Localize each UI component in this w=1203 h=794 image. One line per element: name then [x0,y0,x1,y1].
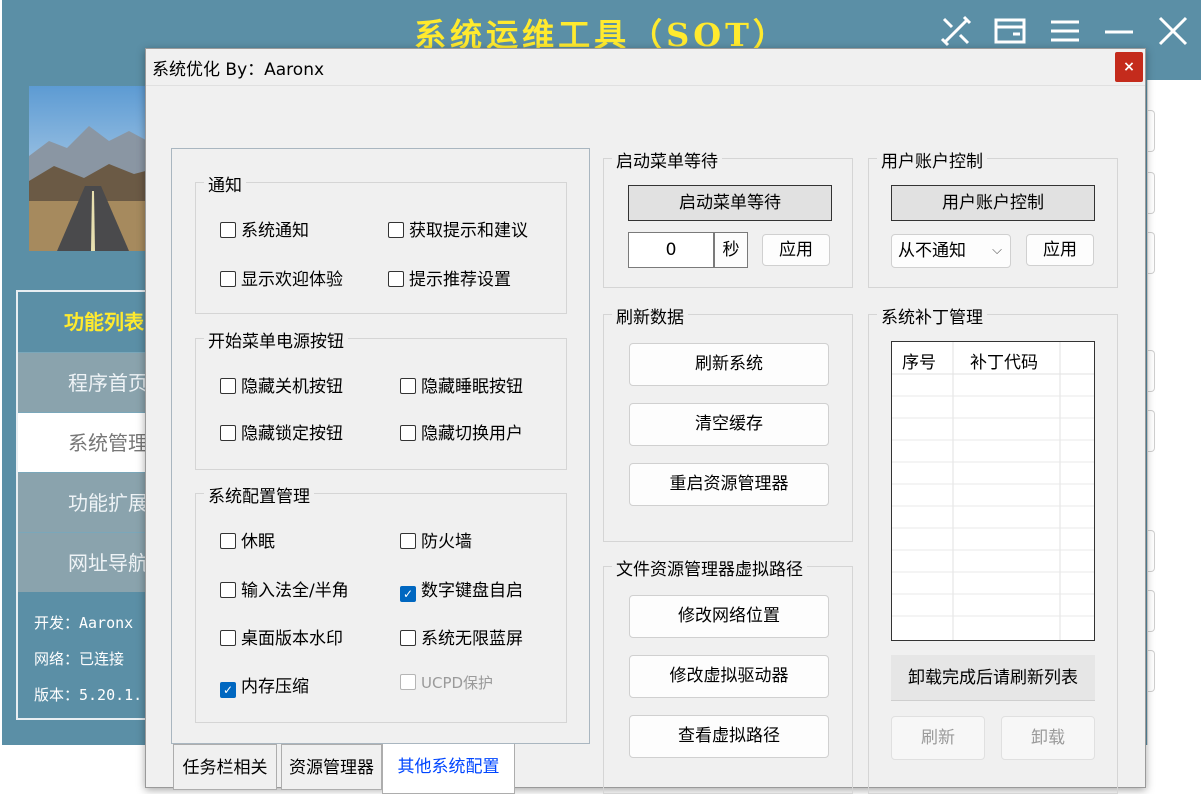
power-group: 开始菜单电源按钮 隐藏关机按钮 隐藏睡眠按钮 隐藏锁定按钮 隐藏切换用户 [195,327,567,470]
patch-refresh-button[interactable]: 刷新 [891,716,985,760]
refresh-title: 刷新数据 [612,303,688,328]
checkbox-icon [388,271,404,287]
checkbox-welcome[interactable]: 显示欢迎体验 [220,265,343,290]
menu-item-system[interactable]: 系统管理 [18,412,158,472]
dialog-close-button[interactable]: × [1115,52,1143,82]
refresh-system-button[interactable]: 刷新系统 [629,343,829,386]
checkbox-firewall[interactable]: 防火墙 [400,527,472,552]
checkbox-icon [400,630,416,646]
checkbox-icon [220,271,236,287]
checkbox-tips[interactable]: 获取提示和建议 [388,216,528,241]
menu-title: 功能列表 [64,310,144,334]
checkbox-system-notify[interactable]: 系统通知 [220,216,309,241]
menu-item-navigation[interactable]: 网址导航 [18,532,158,592]
dialog-body: 通知 系统通知 获取提示和建议 显示欢迎体验 提示推荐设置 开始菜单电源按钮 隐… [146,85,1145,794]
column-header-patch-code[interactable]: 补丁代码 [970,348,1038,373]
checkbox-recommend[interactable]: 提示推荐设置 [388,265,511,290]
chevron-down-icon: ⌵ [992,243,1002,258]
restart-explorer-button[interactable]: 重启资源管理器 [629,463,829,506]
landscape-photo [29,86,157,251]
checkbox-hide-lock[interactable]: 隐藏锁定按钮 [220,419,343,444]
uac-group: 用户账户控制 用户账户控制 从不通知 ⌵ 应用 [868,147,1118,288]
virtual-path-title: 文件资源管理器虚拟路径 [612,555,807,580]
power-group-title: 开始菜单电源按钮 [204,327,348,352]
checkbox-icon [220,582,236,598]
refresh-group: 刷新数据 刷新系统 清空缓存 重启资源管理器 [603,303,853,542]
patch-title: 系统补丁管理 [877,303,987,328]
checkbox-ime-width[interactable]: 输入法全/半角 [220,576,349,601]
modify-network-location-button[interactable]: 修改网络位置 [629,595,829,638]
notify-group: 通知 系统通知 获取提示和建议 显示欢迎体验 提示推荐设置 [195,171,567,314]
uac-button[interactable]: 用户账户控制 [891,185,1095,221]
uac-select-value: 从不通知 [898,241,966,261]
menu-icon[interactable] [1048,14,1082,48]
menu-item-extension[interactable]: 功能扩展 [18,472,158,532]
checkbox-hide-shutdown[interactable]: 隐藏关机按钮 [220,372,343,397]
checkbox-hibernate[interactable]: 休眠 [220,527,275,552]
start-wait-title: 启动菜单等待 [612,147,722,172]
checkbox-bsod[interactable]: 系统无限蓝屏 [400,624,523,649]
start-wait-apply-button[interactable]: 应用 [762,234,830,266]
view-virtual-path-button[interactable]: 查看虚拟路径 [629,715,829,758]
close-icon[interactable] [1156,14,1190,48]
patch-list[interactable]: 序号 补丁代码 [891,341,1095,641]
checkbox-hide-sleep[interactable]: 隐藏睡眠按钮 [400,372,523,397]
tab-taskbar[interactable]: 任务栏相关 [173,744,277,790]
checkbox-icon [220,222,236,238]
clear-cache-button[interactable]: 清空缓存 [629,403,829,446]
checkbox-memory-compression[interactable]: ✓ 内存压缩 [220,672,309,698]
checkbox-icon [220,630,236,646]
checkbox-icon [400,378,416,394]
uac-level-select[interactable]: 从不通知 ⌵ [891,234,1011,268]
seconds-unit-label: 秒 [714,232,748,268]
uac-apply-button[interactable]: 应用 [1026,234,1094,266]
version-info: 版本：5.20.1. [34,686,143,704]
system-optimize-dialog: 系统优化 By：Aaronx × 通知 系统通知 获取提示和建议 显示欢迎体验 … [145,48,1146,794]
background-content [1147,80,1203,745]
patch-hint: 卸载完成后请刷新列表 [891,655,1095,701]
patch-group: 系统补丁管理 序号 补丁代码 卸载完成后请刷新列表 刷新 卸载 [868,303,1118,794]
checkbox-icon [400,533,416,549]
tab-other-config[interactable]: 其他系统配置 [382,744,515,794]
network-info: 网络：已连接 [34,650,125,668]
checkbox-icon [220,425,236,441]
checkbox-watermark[interactable]: 桌面版本水印 [220,624,343,649]
start-wait-button[interactable]: 启动菜单等待 [628,185,832,221]
tab-explorer[interactable]: 资源管理器 [281,744,382,790]
uac-title: 用户账户控制 [877,147,987,172]
checkbox-icon [220,378,236,394]
menu-item-home[interactable]: 程序首页 [18,352,158,412]
modify-virtual-drive-button[interactable]: 修改虚拟驱动器 [629,655,829,698]
checkbox-icon [400,425,416,441]
minimize-icon[interactable] [1102,14,1136,48]
checkbox-ucpd: UCPD保护 [400,672,493,693]
function-menu: 功能列表 程序首页 系统管理 功能扩展 网址导航 开发：Aaronx 网络：已连… [16,290,158,720]
tab-pane: 通知 系统通知 获取提示和建议 显示欢迎体验 提示推荐设置 开始菜单电源按钮 隐… [171,148,590,744]
checkbox-icon [220,533,236,549]
checkbox-icon [388,222,404,238]
tools-icon[interactable] [939,14,973,48]
config-group-title: 系统配置管理 [204,482,314,507]
checkbox-hide-switch-user[interactable]: 隐藏切换用户 [400,419,523,444]
dialog-title: 系统优化 By：Aaronx [152,60,325,80]
notify-group-title: 通知 [204,171,246,196]
config-group: 系统配置管理 休眠 防火墙 输入法全/半角 ✓ 数字键盘自启 桌面版本水印 系统无… [195,482,567,723]
developer-info: 开发：Aaronx [34,614,134,632]
wait-seconds-input[interactable]: 0 [628,232,714,268]
checkbox-icon [400,674,416,690]
column-header-index[interactable]: 序号 [902,348,936,373]
start-wait-group: 启动菜单等待 启动菜单等待 0 秒 应用 [603,147,853,288]
checkbox-numlock[interactable]: ✓ 数字键盘自启 [400,576,523,602]
virtual-path-group: 文件资源管理器虚拟路径 修改网络位置 修改虚拟驱动器 查看虚拟路径 [603,555,853,794]
patch-uninstall-button[interactable]: 卸载 [1001,716,1095,760]
checkmark-icon: ✓ [400,586,416,602]
checkmark-icon: ✓ [220,682,236,698]
window-icon[interactable] [993,14,1027,48]
